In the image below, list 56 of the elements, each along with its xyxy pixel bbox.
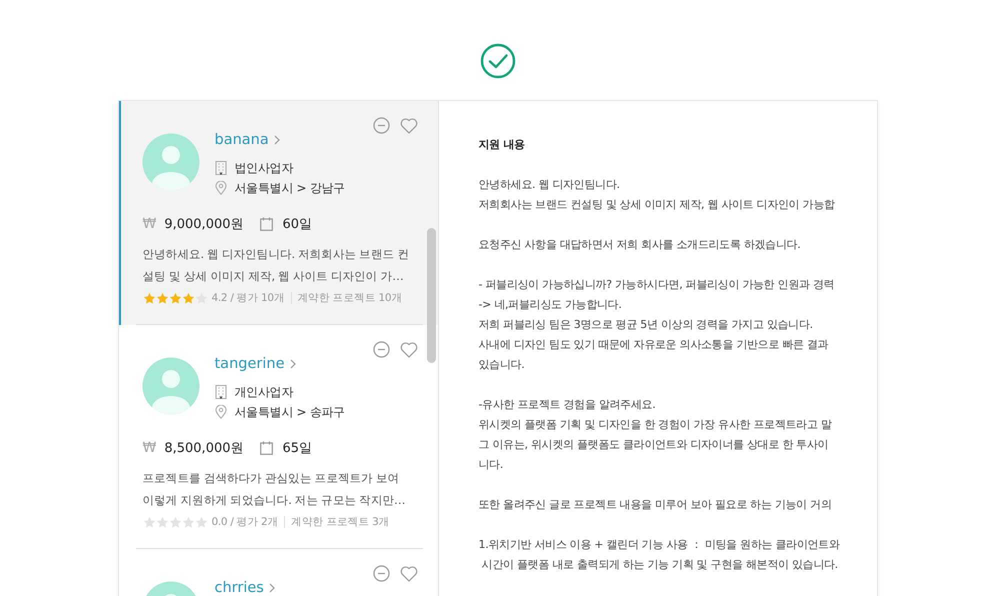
location-pin-icon xyxy=(214,181,226,195)
applicant-card[interactable]: tangerine 개인사업자 서울특별시 > 송파구 ₩ 8,500,000원 65일 프로젝트를 검색하다가 관심있는 프로젝트가 보여 이렇게 지원하게 되었습니다. 저는 규모는 작지만… 0.0 / 평가 2개 계약한 프로젝트 3개 xyxy=(118,325,438,549)
heart-icon[interactable] xyxy=(400,566,418,582)
check-circle-icon xyxy=(480,43,516,79)
location-text: 서울특별시 > 송파구 xyxy=(234,404,345,421)
detail-text-line: -> 네,퍼블리싱도 가능합니다. xyxy=(478,297,623,313)
scrollbar-thumb[interactable] xyxy=(426,228,436,363)
minus-circle-icon[interactable] xyxy=(372,117,390,134)
detail-text-line: 니다. xyxy=(478,457,504,473)
applicant-name-link[interactable]: chrries xyxy=(214,579,275,596)
detail-text-line: 위시켓의 플랫폼 기획 및 디자인을 한 경험이 가장 유사한 프로젝트라고 말 xyxy=(478,417,833,433)
currency-symbol: ₩ xyxy=(142,216,156,232)
heart-icon[interactable] xyxy=(400,118,418,134)
contracts-count-text: 계약한 프로젝트 3개 xyxy=(291,515,390,529)
detail-text-line: 저희회사는 브랜드 컨설팅 및 상세 이미지 제작, 웹 사이트 디자인이 가능합 xyxy=(478,197,836,213)
detail-text-line: 있습니다. xyxy=(478,357,526,373)
application-excerpt: 안녕하세요. 웹 디자인팀니다. 저희회사는 브랜드 컨설팅 및 상세 이미지 제작, 웹 사이트 디자인이 가… xyxy=(142,246,410,285)
avatar-silhouette xyxy=(142,357,200,415)
detail-text-line: 요청주신 사항을 대답하면서 저희 회사를 소개드리도록 하겠습니다. xyxy=(478,237,802,253)
contracts-count-text: 계약한 프로젝트 10개 xyxy=(298,291,402,305)
applicant-name-link[interactable]: tangerine xyxy=(214,355,296,373)
detail-text-line: -유사한 프로젝트 경험을 알려주세요. xyxy=(478,397,656,413)
duration-text: 65일 xyxy=(282,440,312,457)
location-pin-icon xyxy=(214,405,226,419)
detail-text-line: 저희 퍼블리싱 팀은 3명으로 평균 5년 이상의 경력을 가지고 있습니다. xyxy=(478,317,814,333)
building-icon xyxy=(214,161,226,175)
avatar-silhouette xyxy=(142,133,200,191)
budget-text: 8,500,000원 xyxy=(164,440,244,457)
chevron-right-icon xyxy=(268,583,275,593)
rating-text: 4.2 / 평가 10개 xyxy=(212,291,285,305)
detail-text-line: 시간이 플랫폼 내로 출력되게 하는 기능 기획 및 구현을 해본적이 있습니다. xyxy=(480,557,839,573)
applicant-name-link[interactable]: banana xyxy=(214,131,280,149)
heart-icon[interactable] xyxy=(400,342,418,358)
duration-text: 60일 xyxy=(282,216,312,233)
chevron-right-icon xyxy=(290,359,296,369)
calendar-icon xyxy=(260,217,273,231)
currency-symbol: ₩ xyxy=(142,440,156,456)
rating-text: 0.0 / 평가 2개 xyxy=(212,515,278,529)
detail-text-line: 또한 올려주신 글로 프로젝트 내용을 미루어 보아 필요로 하는 기능이 거의 xyxy=(478,497,832,513)
minus-circle-icon[interactable] xyxy=(372,565,390,582)
detail-text-line: - 퍼블리싱이 가능하십니까? 가능하시다면, 퍼블리싱이 가능한 인원과 경력 xyxy=(478,277,836,293)
business-type-text: 개인사업자 xyxy=(234,384,294,401)
budget-text: 9,000,000원 xyxy=(164,216,244,233)
building-icon xyxy=(214,385,226,399)
application-excerpt: 프로젝트를 검색하다가 관심있는 프로젝트가 보여 이렇게 지원하게 되었습니다. 저는 규모는 작지만… xyxy=(142,470,406,509)
location-text: 서울특별시 > 강남구 xyxy=(234,180,345,197)
applicant-card[interactable]: banana 법인사업자 서울특별시 > 강남구 ₩ 9,000,000원 60일 안녕하세요. 웹 디자인팀니다. 저희회사는 브랜드 컨설팅 및 상세 이미지 제작, 웹 사이트 디자인이 가… 4.2 / 평가 10개 계약한 프로젝트 10개 xyxy=(118,101,438,325)
detail-text-line: 그 이유는, 위시켓의 플랫폼도 클라이언트와 디자이너를 상대로 한 투사이 xyxy=(478,437,830,453)
detail-title: 지원 내용 xyxy=(478,137,526,153)
detail-text-line: 사내에 디자인 팀도 있기 때문에 자유로운 의사소통을 기반으로 빠른 결과 xyxy=(478,337,830,353)
calendar-icon xyxy=(260,441,273,455)
business-type-text: 법인사업자 xyxy=(234,160,294,177)
minus-circle-icon[interactable] xyxy=(372,341,390,358)
chevron-right-icon xyxy=(274,135,280,145)
detail-text-line: 안녕하세요. 웹 디자인팀니다. xyxy=(478,177,621,193)
detail-text-line: 1.위치기반 서비스 이용 + 캘린더 기능 사용 ： 미팅을 원하는 클라이언트와 xyxy=(478,537,841,553)
